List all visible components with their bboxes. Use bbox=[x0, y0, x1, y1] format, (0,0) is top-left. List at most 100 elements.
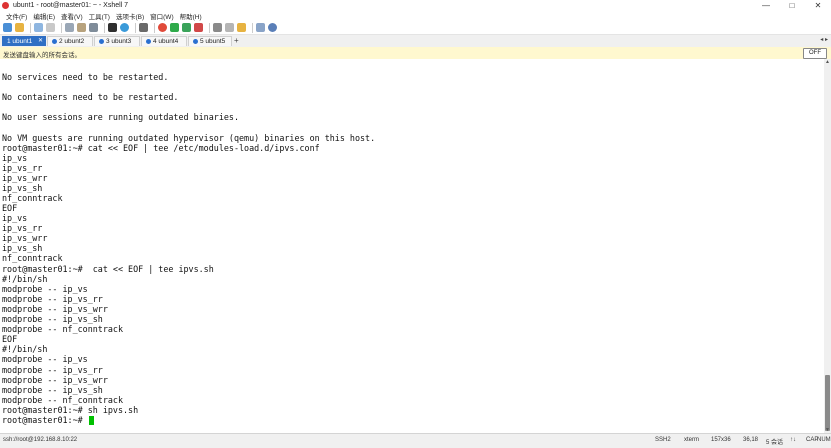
terminal-line: ip_vs_sh bbox=[2, 243, 43, 253]
xmanager-icon[interactable] bbox=[182, 23, 191, 32]
toolbar-separator bbox=[30, 22, 31, 33]
tab-ubunt1[interactable]: 1 ubunt1 ✕ bbox=[2, 36, 46, 46]
tab-label: 5 ubunt5 bbox=[200, 38, 226, 45]
terminal-line: ip_vs bbox=[2, 213, 28, 223]
tab-scroll-arrows-icon[interactable]: ◂ ▸ bbox=[820, 36, 828, 43]
terminal-line: No services need to be restarted. bbox=[2, 72, 169, 82]
session-status-icon bbox=[52, 38, 57, 44]
session-count-status: 5 会话 bbox=[766, 440, 784, 446]
connection-address: ssh://root@192.168.8.10:22 bbox=[3, 437, 78, 443]
terminal-line: No containers need to be restarted. bbox=[2, 92, 179, 102]
maximize-button[interactable]: □ bbox=[779, 0, 805, 11]
lock-icon[interactable] bbox=[213, 23, 222, 32]
toolbar-separator bbox=[135, 22, 136, 33]
terminal-line: #!/bin/sh bbox=[2, 344, 48, 354]
close-button[interactable]: ✕ bbox=[805, 0, 831, 11]
terminal-line: No VM guests are running outdated hyperv… bbox=[2, 133, 376, 143]
notice-text: 发送键盘输入的所有会话。 bbox=[3, 52, 81, 59]
terminal-line: No user sessions are running outdated bi… bbox=[2, 112, 239, 122]
cursor-position-status: 36,18 bbox=[743, 437, 759, 443]
find-icon[interactable] bbox=[89, 23, 98, 32]
disconnect-icon[interactable] bbox=[46, 23, 55, 32]
close-tab-icon[interactable]: ✕ bbox=[38, 37, 43, 46]
copy-icon[interactable] bbox=[65, 23, 74, 32]
menu-window[interactable]: 窗口(W) bbox=[150, 11, 173, 21]
tab-ubunt5[interactable]: 5 ubunt5 bbox=[188, 36, 232, 46]
terminal-line: modprobe -- ip_vs_rr bbox=[2, 365, 103, 375]
terminal-line: modprobe -- nf_conntrack bbox=[2, 395, 124, 405]
scroll-arrows-icon[interactable]: ↑↓ bbox=[790, 437, 796, 443]
terminal-line: ip_vs bbox=[2, 153, 28, 163]
toolbar-separator bbox=[61, 22, 62, 33]
open-folder-icon[interactable] bbox=[15, 23, 24, 32]
terminal-line: modprobe -- ip_vs_rr bbox=[2, 294, 103, 304]
script-icon[interactable] bbox=[225, 23, 234, 32]
tab-ubunt4[interactable]: 4 ubunt4 bbox=[141, 36, 187, 46]
toolbar-separator bbox=[154, 22, 155, 33]
num-lock-status: NUM bbox=[817, 437, 831, 443]
tab-label: 2 ubunt2 bbox=[59, 38, 85, 45]
window-title: ubunt1 - root@master01: ~ - Xshell 7 bbox=[13, 2, 129, 9]
session-status-icon bbox=[99, 38, 104, 44]
terminal-type-status: xterm bbox=[684, 437, 699, 443]
terminal-line: EOF bbox=[2, 334, 18, 344]
terminal-line: EOF bbox=[2, 203, 18, 213]
toolbar-separator bbox=[104, 22, 105, 33]
menu-help[interactable]: 帮助(H) bbox=[180, 11, 202, 21]
minimize-button[interactable]: — bbox=[753, 0, 779, 11]
tab-ubunt2[interactable]: 2 ubunt2 bbox=[47, 36, 93, 46]
off-toggle-button[interactable]: OFF bbox=[803, 48, 827, 59]
terminal-line: ip_vs_rr bbox=[2, 223, 43, 233]
terminal-line: nf_conntrack bbox=[2, 253, 63, 263]
terminal-line: ip_vs_wrr bbox=[2, 173, 48, 183]
help-icon[interactable] bbox=[268, 23, 277, 32]
menu-bar: 文件(F) 编辑(E) 查看(V) 工具(T) 选项卡(B) 窗口(W) 帮助(… bbox=[0, 11, 831, 21]
terminal-line: modprobe -- ip_vs_wrr bbox=[2, 304, 108, 314]
menu-file[interactable]: 文件(F) bbox=[6, 11, 27, 21]
session-status-icon bbox=[146, 38, 151, 44]
menu-tools[interactable]: 工具(T) bbox=[89, 11, 110, 21]
terminal-size-status: 157x36 bbox=[711, 437, 731, 443]
menu-edit[interactable]: 编辑(E) bbox=[33, 11, 55, 21]
toolbar bbox=[0, 21, 831, 35]
terminal-line: modprobe -- nf_conntrack bbox=[2, 324, 124, 334]
menu-view[interactable]: 查看(V) bbox=[61, 11, 83, 21]
globe-icon[interactable] bbox=[120, 23, 129, 32]
add-tab-button[interactable]: + bbox=[234, 36, 239, 45]
scrollbar-thumb[interactable] bbox=[825, 375, 830, 431]
xshell-app-icon bbox=[2, 2, 9, 9]
terminal-line: root@master01:~# bbox=[2, 415, 88, 425]
paste-icon[interactable] bbox=[77, 23, 86, 32]
new-session-icon[interactable] bbox=[3, 23, 12, 32]
font-icon[interactable] bbox=[139, 23, 148, 32]
terminal-scrollbar[interactable]: ▲ ▼ bbox=[824, 59, 831, 433]
terminal-cursor bbox=[89, 416, 94, 425]
terminal-line: modprobe -- ip_vs_wrr bbox=[2, 375, 108, 385]
terminal-area[interactable]: No services need to be restarted. No con… bbox=[0, 59, 824, 433]
terminal-line: root@master01:~# cat << EOF | tee /etc/m… bbox=[2, 143, 320, 153]
terminal-line: root@master01:~# cat << EOF | tee ipvs.s… bbox=[2, 264, 214, 274]
terminal-line: modprobe -- ip_vs bbox=[2, 354, 88, 364]
xftp-icon[interactable] bbox=[170, 23, 179, 32]
color-icon[interactable] bbox=[158, 23, 167, 32]
reconnect-icon[interactable] bbox=[34, 23, 43, 32]
status-bar: ssh://root@192.168.8.10:22 SSH2 xterm 15… bbox=[0, 433, 831, 448]
protocol-status: SSH2 bbox=[655, 437, 671, 443]
title-bar: ubunt1 - root@master01: ~ - Xshell 7 — □… bbox=[0, 0, 831, 11]
terminal-line: ip_vs_sh bbox=[2, 183, 43, 193]
terminal-line: modprobe -- ip_vs bbox=[2, 284, 88, 294]
layout-icon[interactable] bbox=[256, 23, 265, 32]
session-status-icon bbox=[193, 38, 198, 44]
transfer-icon[interactable] bbox=[194, 23, 203, 32]
terminal-line: #!/bin/sh bbox=[2, 274, 48, 284]
tab-label: 3 ubunt3 bbox=[106, 38, 132, 45]
terminal-icon[interactable] bbox=[108, 23, 117, 32]
tab-ubunt3[interactable]: 3 ubunt3 bbox=[94, 36, 140, 46]
menu-tab[interactable]: 选项卡(B) bbox=[116, 11, 144, 21]
terminal-line: ip_vs_rr bbox=[2, 163, 43, 173]
compose-icon[interactable] bbox=[237, 23, 246, 32]
terminal-line: ip_vs_wrr bbox=[2, 233, 48, 243]
toolbar-separator bbox=[252, 22, 253, 33]
terminal-line: nf_conntrack bbox=[2, 193, 63, 203]
scroll-up-icon[interactable]: ▲ bbox=[824, 59, 831, 65]
